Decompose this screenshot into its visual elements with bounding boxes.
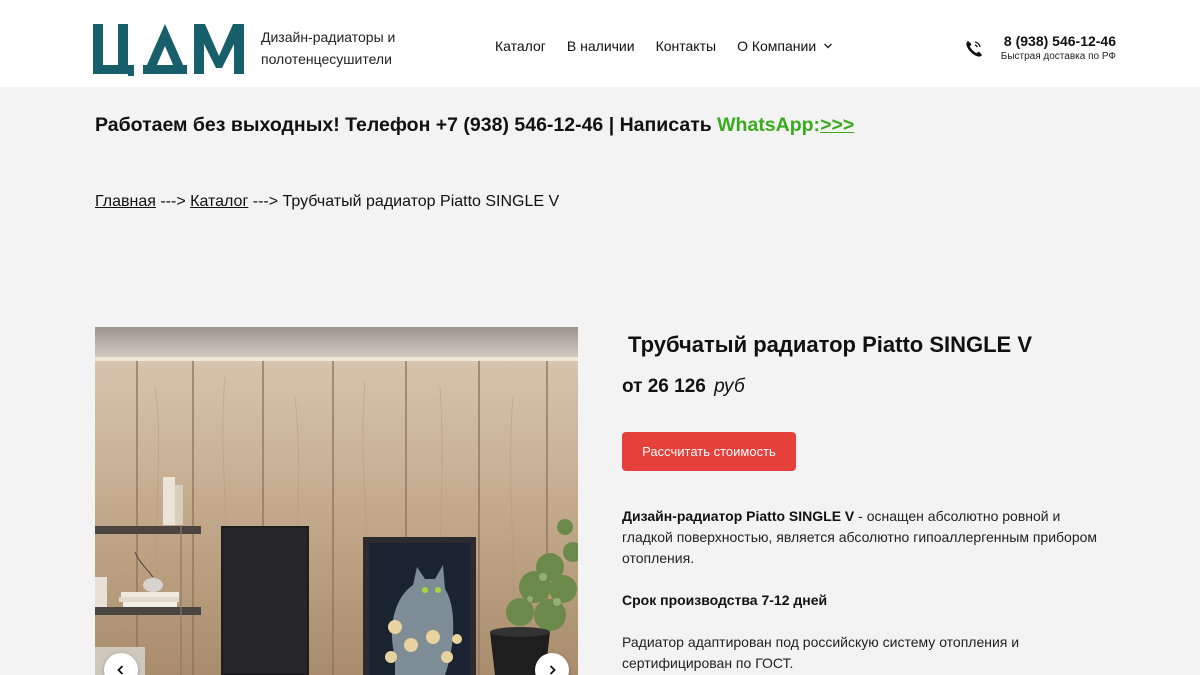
description-product-name: Дизайн-радиатор Piatto SINGLE V xyxy=(622,508,855,524)
breadcrumb-separator: ---> xyxy=(155,193,191,210)
product-image-gallery[interactable] xyxy=(95,327,578,675)
nav-about-company[interactable]: О Компании xyxy=(737,38,833,54)
product-photo xyxy=(95,327,578,675)
header-phone-number[interactable]: 8 (938) 546-12-46 xyxy=(1001,32,1116,50)
breadcrumb-separator: ---> xyxy=(248,193,283,210)
chevron-down-icon xyxy=(824,43,833,49)
description-paragraph: Дизайн-радиатор Piatto SINGLE V - оснаще… xyxy=(622,506,1112,569)
announcement-banner: Работаем без выходных! Телефон +7 (938) … xyxy=(95,114,854,137)
price-currency: руб xyxy=(714,376,745,397)
production-time: Срок производства 7-12 дней xyxy=(622,590,1112,611)
chevron-right-icon xyxy=(549,665,556,675)
main-nav: Каталог В наличии Контакты О Компании xyxy=(495,38,854,54)
delivery-note: Быстрая доставка по РФ xyxy=(1000,51,1116,62)
nav-in-stock[interactable]: В наличии xyxy=(567,38,635,54)
certification-text: Радиатор адаптирован под российскую сист… xyxy=(622,634,1020,671)
production-time-text: Срок производства 7-12 дней xyxy=(622,592,828,608)
breadcrumb: Главная ---> Каталог ---> Трубчатый ради… xyxy=(95,193,559,211)
chevron-left-icon xyxy=(117,665,124,675)
nav-catalog[interactable]: Каталог xyxy=(495,38,546,54)
calculate-cost-button[interactable]: Рассчитать стоимость xyxy=(622,432,796,471)
breadcrumb-home[interactable]: Главная xyxy=(95,193,156,210)
whatsapp-label: WhatsApp: xyxy=(717,114,821,136)
whatsapp-link[interactable]: >>> xyxy=(820,114,854,136)
site-tagline: Дизайн-радиаторы и полотенцесушители xyxy=(261,29,396,67)
product-price: от 26 126 руб xyxy=(622,376,745,398)
nav-about-company-label: О Компании xyxy=(737,38,817,54)
price-prefix: от xyxy=(622,376,648,397)
breadcrumb-current: Трубчатый радиатор Piatto SINGLE V xyxy=(282,193,560,210)
phone-icon[interactable] xyxy=(964,39,984,59)
product-title: Трубчатый радиатор Piatto SINGLE V xyxy=(628,332,1033,357)
nav-contacts[interactable]: Контакты xyxy=(656,38,716,54)
breadcrumb-catalog[interactable]: Каталог xyxy=(190,193,248,210)
contact-phone-block: 8 (938) 546-12-46 Быстрая доставка по РФ xyxy=(1001,32,1116,64)
announcement-text: Работаем без выходных! Телефон +7 (938) … xyxy=(95,114,718,136)
price-value: 26 126 xyxy=(647,376,706,397)
product-description: Дизайн-радиатор Piatto SINGLE V - оснаще… xyxy=(622,506,1112,675)
logo[interactable] xyxy=(93,22,245,76)
site-header: Дизайн-радиаторы и полотенцесушители Кат… xyxy=(0,0,1200,87)
